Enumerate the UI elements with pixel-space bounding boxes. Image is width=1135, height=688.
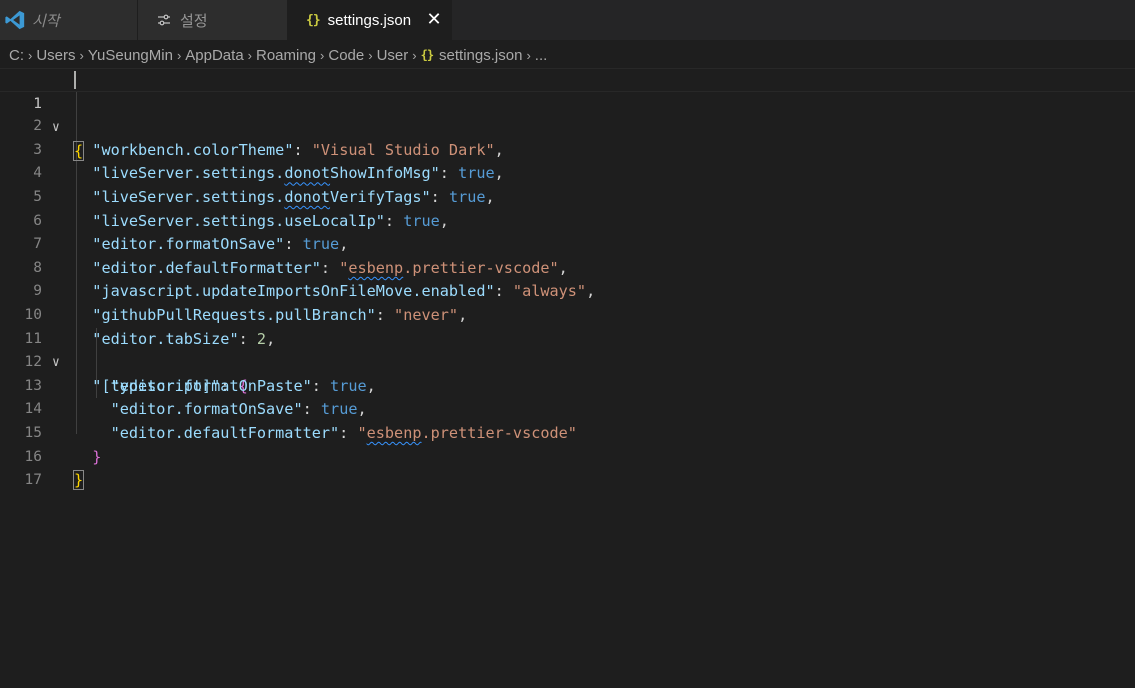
code-editor[interactable]: 1 ∨ { 2 "workbench.colorTheme": "Visual … [0,68,1135,688]
breadcrumb-item-symbols[interactable]: ... [535,47,548,64]
json-braces-icon: {} [306,12,321,28]
code-line: 1 ∨ { [0,68,1135,161]
vscode-logo-icon [5,10,25,30]
breadcrumb-item[interactable]: YuSeungMin [88,47,173,64]
code-line: 12 "editor.formatOnPaste": true, [0,328,1135,395]
code-line: 7 "editor.defaultFormatter": "esbenp.pre… [0,210,1135,277]
chevron-right-icon: › [176,47,182,63]
breadcrumb-item[interactable]: Users [36,47,75,64]
vscode-window: 시작 설정 {} settings.json ✕ C: › Users › Yu… [0,0,1135,688]
brace: } [72,470,85,491]
chevron-right-icon: › [320,47,325,63]
chevron-right-icon: › [28,47,33,63]
chevron-right-icon: › [526,47,531,63]
code-line: 4 "liveServer.settings.donotVerifyTags":… [0,139,1135,206]
tab-settings-json-label: settings.json [327,11,412,29]
code-line: 10 "editor.tabSize": 2, [0,280,1135,348]
code-line: 16 } [0,422,1135,491]
settings-sliders-icon [158,14,170,26]
breadcrumb: C: › Users › YuSeungMin › AppData › Roam… [0,40,1135,70]
line-number: 17 [24,472,42,489]
code-line: 9 "githubPullRequests.pullBranch": "neve… [0,257,1135,324]
code-line: 2 "workbench.colorTheme": "Visual Studio… [0,92,1135,159]
chevron-right-icon: › [79,47,84,63]
code-line: 11 ∨ "[typescript]": { [0,304,1135,395]
tab-settings-json[interactable]: {} settings.json ✕ [288,0,452,40]
breadcrumb-item[interactable]: C: [9,47,24,64]
code-line: 17 [0,446,1135,488]
code-line: 8 "javascript.updateImportsOnFileMove.en… [0,233,1135,301]
editor-tab-bar: 시작 설정 {} settings.json ✕ [0,0,1135,40]
breadcrumb-item[interactable]: User [377,47,409,64]
chevron-right-icon: › [412,47,417,63]
tab-settings-label: 설정 [180,12,208,30]
close-icon[interactable]: ✕ [425,10,443,28]
tab-settings[interactable]: 설정 [138,0,288,40]
breadcrumb-item[interactable]: AppData [185,47,243,64]
code-text: } [72,469,85,493]
code-line: 5 "liveServer.settings.useLocalIp": true… [0,162,1135,230]
breadcrumb-item[interactable]: Code [328,47,364,64]
json-braces-icon: {} [420,48,434,62]
text-cursor [74,71,76,89]
tab-start[interactable]: 시작 [0,0,138,40]
code-line: 6 "editor.formatOnSave": true, [0,186,1135,254]
chevron-right-icon: › [368,47,373,63]
breadcrumb-item[interactable]: Roaming [256,47,316,64]
code-line: 15 } [0,398,1135,466]
tab-bar-empty-area [452,0,1135,40]
tab-start-label: 시작 [32,12,60,30]
chevron-right-icon: › [247,47,252,63]
code-line: 13 "editor.formatOnSave": true, [0,351,1135,419]
code-line: 14 "editor.defaultFormatter": "esbenp.pr… [0,375,1135,442]
breadcrumb-item-file[interactable]: settings.json [439,47,522,64]
code-line: 3 "liveServer.settings.donotShowInfoMsg"… [0,115,1135,183]
